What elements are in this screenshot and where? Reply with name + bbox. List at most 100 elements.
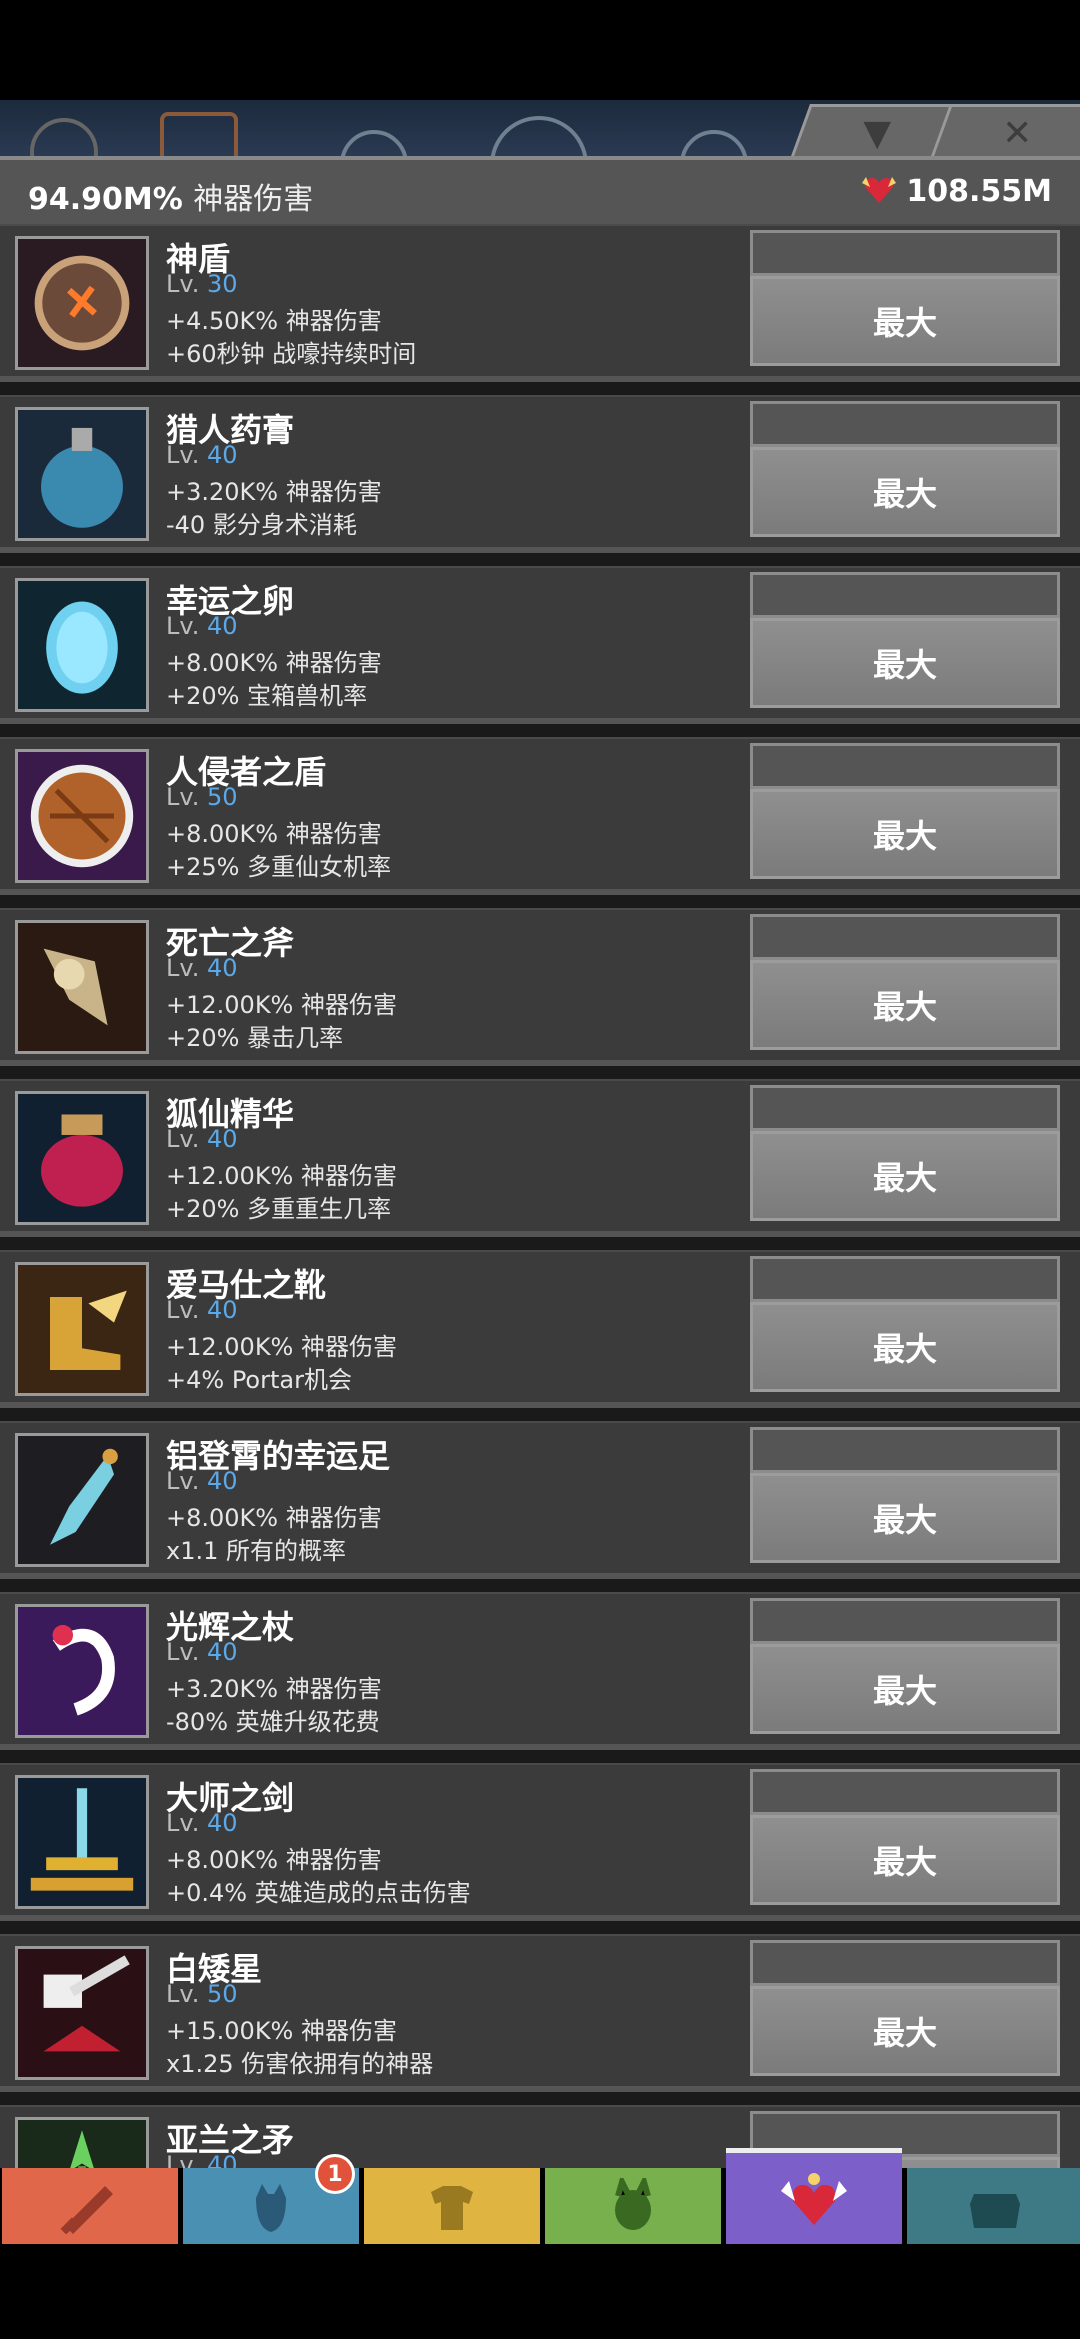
upgrade-button[interactable]: 最大 xyxy=(750,230,1060,366)
artifact-level: Lv. 50 xyxy=(166,1980,238,2008)
upgrade-button[interactable]: 最大 xyxy=(750,1769,1060,1905)
max-label: 最大 xyxy=(750,789,1060,879)
artifact-level: Lv. 40 xyxy=(166,1467,238,1495)
upgrade-progress-bar xyxy=(750,230,1060,276)
artifact-row[interactable]: 光辉之杖 Lv. 40 +3.20K% 神器伤害 -80% 英雄升级花费 最大 xyxy=(0,1592,1080,1750)
close-panel-button[interactable]: ✕ xyxy=(929,104,1080,159)
upgrade-progress-bar xyxy=(750,572,1060,618)
max-label: 最大 xyxy=(750,1815,1060,1905)
essence-jar-icon xyxy=(15,1091,149,1225)
wooden-shield-icon xyxy=(15,749,149,883)
artifact-effect: +60秒钟 战嚎持续时间 xyxy=(166,340,417,368)
level-prefix: Lv. xyxy=(166,1125,200,1153)
upgrade-button[interactable]: 最大 xyxy=(750,1085,1060,1221)
artifact-damage-bonus: +12.00K% 神器伤害 xyxy=(166,1162,397,1190)
artifact-effect: +25% 多重仙女机率 xyxy=(166,853,392,881)
artifact-damage-bonus: +12.00K% 神器伤害 xyxy=(166,1333,397,1361)
artifact-damage-bonus: +8.00K% 神器伤害 xyxy=(166,820,382,848)
close-icon: ✕ xyxy=(1002,113,1033,154)
level-prefix: Lv. xyxy=(166,270,200,298)
lucky-foot-icon xyxy=(15,1433,149,1567)
upgrade-progress-bar xyxy=(750,743,1060,789)
equipment-tab-button[interactable] xyxy=(364,2168,540,2244)
max-label: 最大 xyxy=(750,1473,1060,1563)
level-value: 40 xyxy=(206,1296,238,1324)
artifact-effect: +20% 多重重生几率 xyxy=(166,1195,392,1223)
artifact-row[interactable]: 亚兰之矛 Lv. 40 xyxy=(0,2105,1080,2168)
upgrade-button[interactable]: 最大 xyxy=(750,743,1060,879)
upgrade-progress-bar xyxy=(750,1769,1060,1815)
damage-value: 94.90M% xyxy=(28,182,183,217)
artifact-level: Lv. 40 xyxy=(166,1809,238,1837)
shop-tab-icon xyxy=(970,2194,1020,2228)
max-label: 最大 xyxy=(750,960,1060,1050)
total-artifact-damage: 94.90M% 神器伤害 xyxy=(28,174,313,218)
artifacts-tab-icon xyxy=(781,2172,847,2225)
artifact-row[interactable]: 人侵者之盾 Lv. 50 +8.00K% 神器伤害 +25% 多重仙女机率 最大 xyxy=(0,737,1080,895)
skull-axe-icon xyxy=(15,920,149,1054)
artifact-effect: +20% 宝箱兽机率 xyxy=(166,682,368,710)
artifact-row[interactable]: 白矮星 Lv. 50 +15.00K% 神器伤害 x1.25 伤害依拥有的神器 最大 xyxy=(0,1934,1080,2092)
level-value: 30 xyxy=(206,270,238,298)
shop-tab-button[interactable] xyxy=(907,2168,1080,2244)
max-label: 最大 xyxy=(750,1302,1060,1392)
level-prefix: Lv. xyxy=(166,1296,200,1324)
artifact-row[interactable]: 铝登霄的幸运足 Lv. 40 +8.00K% 神器伤害 x1.1 所有的概率 最大 xyxy=(0,1421,1080,1579)
artifact-level: Lv. 30 xyxy=(166,270,238,298)
sword-tab-button[interactable] xyxy=(2,2168,178,2244)
upgrade-button[interactable]: 最大 xyxy=(750,914,1060,1050)
level-value: 40 xyxy=(206,2151,238,2168)
pets-tab-button[interactable] xyxy=(545,2168,721,2244)
artifact-level: Lv. 40 xyxy=(166,612,238,640)
artifact-damage-bonus: +8.00K% 神器伤害 xyxy=(166,1504,382,1532)
level-prefix: Lv. xyxy=(166,612,200,640)
spear-icon xyxy=(15,2117,149,2168)
radiant-staff-icon xyxy=(15,1604,149,1738)
artifact-row[interactable]: 狐仙精华 Lv. 40 +12.00K% 神器伤害 +20% 多重重生几率 最大 xyxy=(0,1079,1080,1237)
artifact-level: Lv. 40 xyxy=(166,1296,238,1324)
artifact-damage-bonus: +8.00K% 神器伤害 xyxy=(166,1846,382,1874)
artifact-effect: x1.25 伤害依拥有的神器 xyxy=(166,2050,434,2078)
heart-gem-icon xyxy=(862,175,897,205)
panel-top-tabs: ▼ ✕ xyxy=(780,104,1080,159)
level-value: 40 xyxy=(206,1638,238,1666)
notification-badge: 1 xyxy=(315,2154,355,2194)
upgrade-button[interactable]: 最大 xyxy=(750,572,1060,708)
artifact-effect: -40 影分身术消耗 xyxy=(166,511,357,539)
heroes-tab-button[interactable]: 1 xyxy=(183,2154,359,2244)
artifact-list[interactable]: 神盾 Lv. 30 +4.50K% 神器伤害 +60秒钟 战嚎持续时间 最大 猎人药膏 Lv… xyxy=(0,224,1080,2168)
upgrade-button[interactable]: 最大 xyxy=(750,1940,1060,2076)
level-prefix: Lv. xyxy=(166,1980,200,2008)
equipment-tab-icon xyxy=(431,2186,473,2230)
max-label: 最大 xyxy=(750,1986,1060,2076)
upgrade-button[interactable]: 最大 xyxy=(750,1598,1060,1734)
level-value: 40 xyxy=(206,1809,238,1837)
artifact-level: Lv. 40 xyxy=(166,441,238,469)
artifact-row[interactable]: 死亡之斧 Lv. 40 +12.00K% 神器伤害 +20% 暴击几率 最大 xyxy=(0,908,1080,1066)
artifact-row[interactable]: 大师之剑 Lv. 40 +8.00K% 神器伤害 +0.4% 英雄造成的点击伤害 最大 xyxy=(0,1763,1080,1921)
level-prefix: Lv. xyxy=(166,954,200,982)
sword-tab-icon xyxy=(60,2186,113,2234)
artifact-row[interactable]: 猎人药膏 Lv. 40 +3.20K% 神器伤害 -40 影分身术消耗 最大 xyxy=(0,395,1080,553)
artifacts-tab-button[interactable] xyxy=(726,2148,902,2244)
level-prefix: Lv. xyxy=(166,2151,200,2168)
upgrade-progress-bar xyxy=(750,1256,1060,1302)
level-value: 40 xyxy=(206,1467,238,1495)
artifact-level: Lv. 40 xyxy=(166,1638,238,1666)
glowing-egg-icon xyxy=(15,578,149,712)
master-sword-icon xyxy=(15,1775,149,1909)
artifact-damage-bonus: +8.00K% 神器伤害 xyxy=(166,649,382,677)
potion-jar-icon xyxy=(15,407,149,541)
winged-boot-icon xyxy=(15,1262,149,1396)
artifact-row[interactable]: 幸运之卵 Lv. 40 +8.00K% 神器伤害 +20% 宝箱兽机率 最大 xyxy=(0,566,1080,724)
max-label: 最大 xyxy=(750,1644,1060,1734)
upgrade-button[interactable]: 最大 xyxy=(750,1256,1060,1392)
upgrade-button[interactable]: 最大 xyxy=(750,401,1060,537)
artifact-effect: x1.1 所有的概率 xyxy=(166,1537,346,1565)
artifact-effect: +4% Portar机会 xyxy=(166,1366,352,1394)
aegis-shield-icon xyxy=(15,236,149,370)
artifact-row[interactable]: 爱马仕之靴 Lv. 40 +12.00K% 神器伤害 +4% Portar机会 最大 xyxy=(0,1250,1080,1408)
upgrade-button[interactable]: 最大 xyxy=(750,1427,1060,1563)
artifact-effect: +0.4% 英雄造成的点击伤害 xyxy=(166,1879,471,1907)
artifact-row[interactable]: 神盾 Lv. 30 +4.50K% 神器伤害 +60秒钟 战嚎持续时间 最大 xyxy=(0,224,1080,382)
